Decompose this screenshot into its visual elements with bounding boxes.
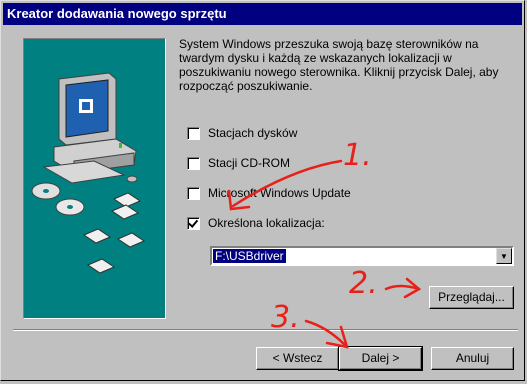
annotation-arrow-2	[384, 284, 421, 291]
annotation-step-2: 2.	[349, 266, 378, 301]
option-floppy-drives[interactable]: Stacjach dysków	[187, 125, 297, 141]
add-hardware-wizard-window: Kreator dodawania nowego sprzętu System …	[0, 0, 525, 381]
wizard-illustration	[23, 38, 166, 319]
description-text: System Windows przeszuka swoją bazę ster…	[179, 37, 499, 93]
next-button[interactable]: Dalej >	[338, 346, 423, 371]
option-label: Stacjach dysków	[208, 126, 298, 140]
checkbox[interactable]	[187, 186, 200, 200]
location-combobox[interactable]: F:\USBdriver ▼	[210, 246, 514, 266]
computer-icon	[42, 72, 138, 184]
option-label: Stacji CD-ROM	[208, 156, 291, 170]
separator	[13, 329, 518, 331]
back-button[interactable]: < Wstecz	[256, 347, 339, 370]
checkbox[interactable]	[187, 156, 200, 170]
option-label: Microsoft Windows Update	[208, 186, 351, 200]
cancel-button[interactable]: Anuluj	[431, 347, 514, 370]
annotation-step-1: 1.	[343, 138, 372, 173]
option-windows-update[interactable]: Microsoft Windows Update	[187, 185, 351, 201]
annotation-arrowhead-2	[403, 277, 422, 299]
dropdown-arrow-icon[interactable]: ▼	[496, 248, 512, 264]
checkbox[interactable]	[187, 126, 200, 140]
title-bar: Kreator dodawania nowego sprzętu	[3, 3, 522, 25]
checkbox-checked[interactable]	[187, 216, 200, 230]
option-specific-location[interactable]: Określona lokalizacja:	[187, 215, 325, 231]
annotation-arrow-3	[304, 319, 347, 347]
annotation-step-3: 3.	[271, 300, 300, 335]
option-label: Określona lokalizacja:	[208, 216, 325, 230]
browse-button[interactable]: Przeglądaj...	[429, 286, 514, 309]
option-cd-rom[interactable]: Stacji CD-ROM	[187, 155, 290, 171]
floppy-disk-icon	[82, 192, 146, 274]
cd-icon	[31, 182, 85, 216]
location-value[interactable]: F:\USBdriver	[213, 249, 286, 263]
